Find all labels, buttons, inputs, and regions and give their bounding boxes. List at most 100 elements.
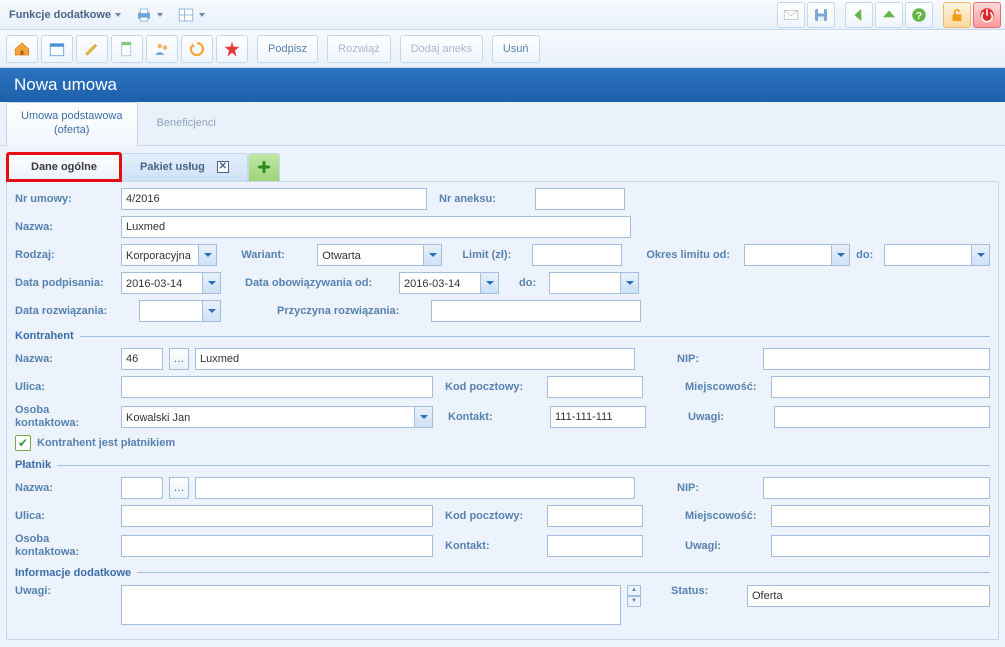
chevron-down-icon[interactable] (414, 407, 432, 427)
uwagi-spinner[interactable]: ▲ ▼ (627, 585, 641, 607)
action-toolbar: Podpisz Rozwiąż Dodaj aneks Usuń (0, 30, 1005, 68)
input-nr-aneksu[interactable] (535, 188, 625, 210)
print-dropdown[interactable] (130, 3, 168, 27)
label-uwagi: Uwagi: (15, 585, 115, 597)
calendar-button[interactable] (41, 35, 73, 63)
add-annex-button[interactable]: Dodaj aneks (400, 35, 483, 63)
help-button[interactable]: ? (905, 2, 933, 28)
chevron-down-icon[interactable] (198, 245, 216, 265)
home-button[interactable] (6, 35, 38, 63)
resolve-button[interactable]: Rozwiąż (327, 35, 391, 63)
input-p-nazwa[interactable] (195, 477, 635, 499)
input-k-uwagi[interactable] (774, 406, 990, 428)
fieldset-header-platnik: Płatnik (15, 459, 990, 471)
tab-umowa-podstawowa[interactable]: Umowa podstawowa (oferta) (6, 102, 138, 146)
back-button[interactable] (845, 2, 873, 28)
label-do2: do: (519, 277, 543, 289)
star-button[interactable] (216, 35, 248, 63)
chevron-down-icon[interactable] (831, 245, 849, 265)
combo-rodzaj[interactable] (121, 244, 217, 266)
close-tab-icon[interactable]: ✕ (217, 161, 229, 173)
refresh-icon (188, 40, 206, 58)
input-k-ulica[interactable] (121, 376, 433, 398)
chevron-down-icon[interactable] (480, 273, 498, 293)
calendar-icon (48, 40, 66, 58)
delete-button[interactable]: Usuń (492, 35, 540, 63)
input-p-ulica[interactable] (121, 505, 433, 527)
chevron-down-icon[interactable] (423, 245, 441, 265)
up-button[interactable] (875, 2, 903, 28)
label-k-osoba: Osoba kontaktowa: (15, 404, 115, 429)
input-przyczyna[interactable] (431, 300, 641, 322)
combo-data-obow-do[interactable] (549, 272, 639, 294)
save-button[interactable] (807, 2, 835, 28)
combo-k-osoba[interactable] (121, 406, 433, 428)
combo-wariant[interactable] (317, 244, 442, 266)
mail-button[interactable] (777, 2, 805, 28)
power-button[interactable] (973, 2, 1001, 28)
input-k-kod[interactable] (547, 376, 643, 398)
label-p-kontakt: Kontakt: (445, 540, 541, 552)
checkbox-kontrahent-platnik[interactable] (15, 435, 31, 451)
envelope-icon (782, 6, 800, 24)
input-p-kod[interactable] (547, 505, 643, 527)
pencil-icon (83, 40, 101, 58)
label-limit: Limit (zł): (462, 249, 526, 261)
combo-data-rozwiazania[interactable] (139, 300, 221, 322)
document-button[interactable] (111, 35, 143, 63)
label-p-miejsc: Miejscowość: (685, 510, 765, 522)
label-przyczyna: Przyczyna rozwiązania: (277, 305, 425, 317)
input-p-id[interactable] (121, 477, 163, 499)
unlock-button[interactable] (943, 2, 971, 28)
input-k-kontakt[interactable] (550, 406, 646, 428)
label-p-osoba: Osoba kontaktowa: (15, 533, 115, 558)
input-limit[interactable] (532, 244, 622, 266)
label-nazwa: Nazwa: (15, 221, 115, 233)
refresh-button[interactable] (181, 35, 213, 63)
input-p-kontakt[interactable] (547, 535, 643, 557)
input-nr-umowy[interactable] (121, 188, 427, 210)
combo-okres-od[interactable] (744, 244, 850, 266)
input-k-id[interactable] (121, 348, 163, 370)
chevron-down-icon[interactable] (202, 301, 220, 321)
input-p-osoba[interactable] (121, 535, 433, 557)
page-title: Nowa umowa (0, 68, 1005, 102)
edit-button[interactable] (76, 35, 108, 63)
layout-dropdown[interactable] (172, 3, 210, 27)
table-icon (177, 6, 195, 24)
input-p-nip[interactable] (763, 477, 990, 499)
chevron-down-icon[interactable] (620, 273, 638, 293)
chevron-down-icon[interactable] (202, 273, 220, 293)
label-okres-od: Okres limitu od: (646, 249, 738, 261)
users-button[interactable] (146, 35, 178, 63)
tab-beneficjenci[interactable]: Beneficjenci (142, 102, 231, 145)
star-icon (223, 40, 241, 58)
tab-pakiet-uslug[interactable]: Pakiet usług ✕ (122, 153, 248, 181)
label-data-obow-od: Data obowiązywania od: (245, 277, 393, 289)
input-k-miejsc[interactable] (771, 376, 990, 398)
extra-functions-dropdown[interactable]: Funkcje dodatkowe (4, 3, 126, 27)
combo-data-podpisania[interactable] (121, 272, 221, 294)
combo-data-obow-od[interactable] (399, 272, 499, 294)
spinner-down-icon[interactable]: ▼ (627, 596, 641, 607)
tab-sublabel: (oferta) (54, 124, 89, 138)
lookup-kontrahent-button[interactable]: … (169, 348, 189, 370)
sign-button[interactable]: Podpisz (257, 35, 318, 63)
svg-text:?: ? (916, 9, 922, 21)
spinner-up-icon[interactable]: ▲ (627, 585, 641, 596)
input-nazwa[interactable] (121, 216, 631, 238)
input-p-uwagi[interactable] (771, 535, 990, 557)
combo-okres-do[interactable] (884, 244, 990, 266)
label-p-kod: Kod pocztowy: (445, 510, 541, 522)
label-do: do: (856, 249, 878, 261)
tab-label: Umowa podstawowa (21, 110, 123, 124)
input-p-miejsc[interactable] (771, 505, 990, 527)
input-k-nazwa[interactable] (195, 348, 635, 370)
chevron-down-icon[interactable] (971, 245, 989, 265)
tab-dane-ogolne[interactable]: Dane ogólne (6, 152, 122, 182)
add-tab-button[interactable] (248, 153, 280, 181)
input-status[interactable] (747, 585, 990, 607)
textarea-uwagi[interactable] (121, 585, 621, 625)
lookup-platnik-button[interactable]: … (169, 477, 189, 499)
input-k-nip[interactable] (763, 348, 990, 370)
